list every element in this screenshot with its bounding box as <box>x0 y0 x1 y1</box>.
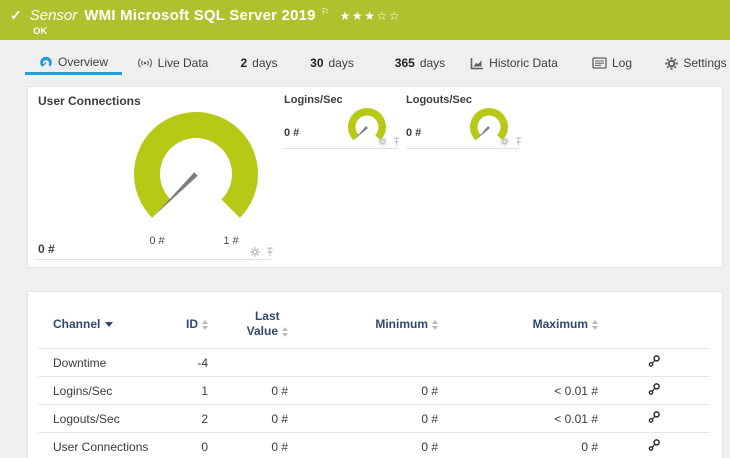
cell-minimum: 0 # <box>421 383 438 398</box>
broadcast-icon <box>137 57 153 69</box>
priority-flag-icon[interactable]: ⚐ <box>321 7 330 18</box>
tab-label: Log <box>611 56 633 70</box>
edit-channel-icon[interactable] <box>647 383 661 399</box>
cell-id: 1 <box>201 383 208 398</box>
channels-table: Channel ID Last Value Minimum Maximum Do… <box>38 292 710 458</box>
table-row: User Connections 0 0 # 0 # 0 # <box>38 433 710 458</box>
cell-channel: Downtime <box>53 355 107 370</box>
header-id[interactable]: ID <box>163 317 208 331</box>
status-check-icon: ✓ <box>10 7 22 23</box>
header-maximum[interactable]: Maximum <box>438 317 598 331</box>
priority-star-rating[interactable]: ★★★☆☆ <box>340 9 401 23</box>
tab-number: 30 <box>310 56 324 70</box>
table-row: Logouts/Sec 2 0 # 0 # < 0.01 # <box>38 405 710 433</box>
log-icon <box>592 57 607 69</box>
cell-channel: User Connections <box>53 439 149 454</box>
tab-settings[interactable]: Settings <box>665 46 727 75</box>
gauge-current-value: 0 # <box>406 127 422 139</box>
gauge-title: Logouts/Sec <box>406 94 473 106</box>
status-badge: OK <box>33 26 48 37</box>
cell-maximum: 0 # <box>581 439 598 454</box>
gauge-title: Logins/Sec <box>284 94 343 106</box>
sensor-status-banner: ✓ Sensor WMI Microsoft SQL Server 2019 ⚐… <box>0 0 730 40</box>
tile-divider <box>406 148 520 149</box>
gauge-icon <box>39 55 53 69</box>
user-connections-gauge <box>134 111 258 218</box>
header-last-value[interactable]: Last Value <box>208 309 288 339</box>
tile-divider <box>284 148 398 149</box>
sensor-title: WMI Microsoft SQL Server 2019 <box>84 7 316 24</box>
gauge-scale-min: 0 # <box>149 235 165 247</box>
tab-number: 2 <box>240 56 248 70</box>
tab-label: Overview <box>57 54 108 69</box>
cell-id: 2 <box>201 411 208 426</box>
header-minimum[interactable]: Minimum <box>288 317 438 331</box>
cell-channel: Logins/Sec <box>53 383 113 398</box>
object-kind-label: Sensor <box>29 7 78 24</box>
prtg-sensor-page: ✓ Sensor WMI Microsoft SQL Server 2019 ⚐… <box>0 0 730 458</box>
tab-historic-data[interactable]: Historic Data <box>470 46 558 75</box>
header-channel[interactable]: Channel <box>53 317 163 331</box>
cell-minimum: 0 # <box>421 439 438 454</box>
table-header-row: Channel ID Last Value Minimum Maximum <box>38 292 710 349</box>
tab-label: days <box>328 56 354 70</box>
tile-divider <box>36 259 271 260</box>
gauge-current-value: 0 # <box>38 242 55 256</box>
tab-label: Historic Data <box>489 56 558 70</box>
channels-table-panel: Channel ID Last Value Minimum Maximum Do… <box>27 291 723 458</box>
edit-channel-icon[interactable] <box>647 411 661 427</box>
tab-label: Live Data <box>157 56 209 70</box>
cell-maximum: < 0.01 # <box>554 411 598 426</box>
tab-overview[interactable]: Overview <box>25 46 122 75</box>
cell-last-value: 0 # <box>271 411 288 426</box>
cell-id: 0 <box>201 439 208 454</box>
cell-last-value: 0 # <box>271 383 288 398</box>
tab-label: days <box>419 56 446 70</box>
tab-365-days[interactable]: 365 days <box>390 46 450 75</box>
edit-channel-icon[interactable] <box>647 439 661 455</box>
tab-number: 365 <box>394 56 415 70</box>
tab-label: days <box>252 56 278 70</box>
edit-channel-icon[interactable] <box>647 355 661 371</box>
table-row: Logins/Sec 1 0 # 0 # < 0.01 # <box>38 377 710 405</box>
tab-2-days[interactable]: 2 days <box>233 46 285 75</box>
gauges-panel: User Connections 0 # 1 # 0 # Logins/Sec … <box>27 86 723 268</box>
cell-minimum: 0 # <box>421 411 438 426</box>
cell-last-value: 0 # <box>271 439 288 454</box>
gear-icon <box>665 56 679 70</box>
gauge-title: User Connections <box>38 94 141 108</box>
tab-live-data[interactable]: Live Data <box>135 46 210 75</box>
table-row: Downtime -4 <box>38 349 710 377</box>
gauge-current-value: 0 # <box>284 127 300 139</box>
cell-channel: Logouts/Sec <box>53 411 120 426</box>
gauge-scale-max: 1 # <box>223 235 239 247</box>
tab-30-days[interactable]: 30 days <box>303 46 361 75</box>
cell-id: -4 <box>197 355 208 370</box>
cell-maximum: < 0.01 # <box>554 383 598 398</box>
historic-chart-icon <box>470 57 484 70</box>
sort-icon <box>592 319 598 330</box>
tab-label: Settings <box>683 56 727 70</box>
tab-log[interactable]: Log <box>588 46 636 75</box>
sort-caret-icon <box>105 322 114 328</box>
